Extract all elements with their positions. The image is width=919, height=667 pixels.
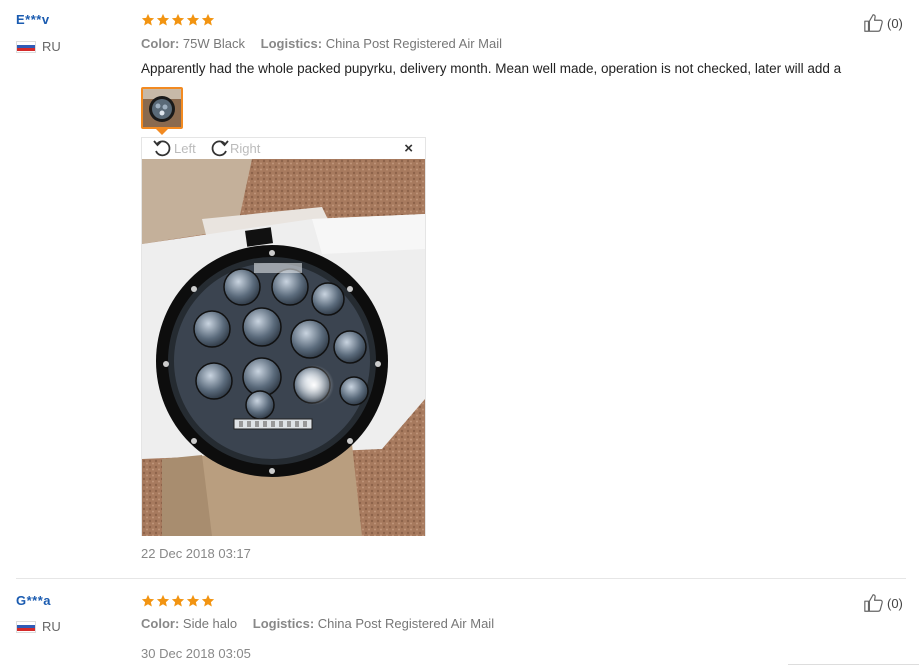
review-date: 22 Dec 2018 03:17 [141, 546, 251, 561]
rotate-right-icon [211, 140, 229, 157]
star-rating [141, 594, 215, 608]
rotate-left-icon [153, 140, 171, 157]
logistics-value: China Post Registered Air Mail [325, 36, 503, 51]
photo-viewer: Left Right × [141, 137, 426, 536]
star-icon [201, 594, 215, 608]
star-icon [141, 13, 155, 27]
thumbs-up-icon [863, 592, 885, 614]
photo-thumbnail[interactable] [141, 87, 183, 129]
thumbnail-pointer [156, 129, 168, 135]
order-info: Color: Side halo Logistics: China Post R… [141, 616, 506, 631]
star-icon [186, 13, 200, 27]
viewer-toolbar: Left Right × [142, 138, 425, 159]
rotate-left-button[interactable]: Left [152, 138, 196, 158]
reviewer-country: RU [16, 39, 61, 54]
helpful-button[interactable]: (0) [863, 12, 903, 34]
star-icon [171, 13, 185, 27]
reviewer-country: RU [16, 619, 61, 634]
star-icon [171, 594, 185, 608]
star-icon [141, 594, 155, 608]
russia-flag-icon [16, 40, 36, 53]
rotate-left-label: Left [174, 140, 196, 156]
reviewer-name[interactable]: E***v [16, 12, 50, 27]
logistics-value: China Post Registered Air Mail [317, 616, 495, 631]
thumbs-up-icon [863, 12, 885, 34]
color-label: Color: [141, 36, 180, 51]
helpful-count: (0) [887, 15, 903, 31]
order-info: Color: 75W Black Logistics: China Post R… [141, 36, 514, 51]
helpful-button[interactable]: (0) [863, 592, 903, 614]
star-icon [201, 13, 215, 27]
country-code: RU [42, 619, 61, 634]
logistics-label: Logistics: [252, 616, 315, 631]
color-value: 75W Black [182, 36, 246, 51]
bottom-divider [788, 664, 919, 665]
star-icon [156, 13, 170, 27]
star-icon [186, 594, 200, 608]
star-icon [156, 594, 170, 608]
logistics-label: Logistics: [260, 36, 323, 51]
rotate-right-label: Right [230, 140, 261, 156]
star-rating [141, 13, 215, 27]
reviewer-name[interactable]: G***a [16, 593, 51, 608]
color-value: Side halo [182, 616, 238, 631]
russia-flag-icon [16, 620, 36, 633]
rotate-right-button[interactable]: Right [208, 138, 260, 158]
country-code: RU [42, 39, 61, 54]
close-icon[interactable]: × [404, 140, 413, 157]
review-date: 30 Dec 2018 03:05 [141, 646, 251, 661]
helpful-count: (0) [887, 595, 903, 611]
review-photo [142, 159, 425, 536]
review-text: Apparently had the whole packed pupyrku,… [141, 61, 842, 76]
review-divider [16, 578, 906, 579]
color-label: Color: [141, 616, 180, 631]
